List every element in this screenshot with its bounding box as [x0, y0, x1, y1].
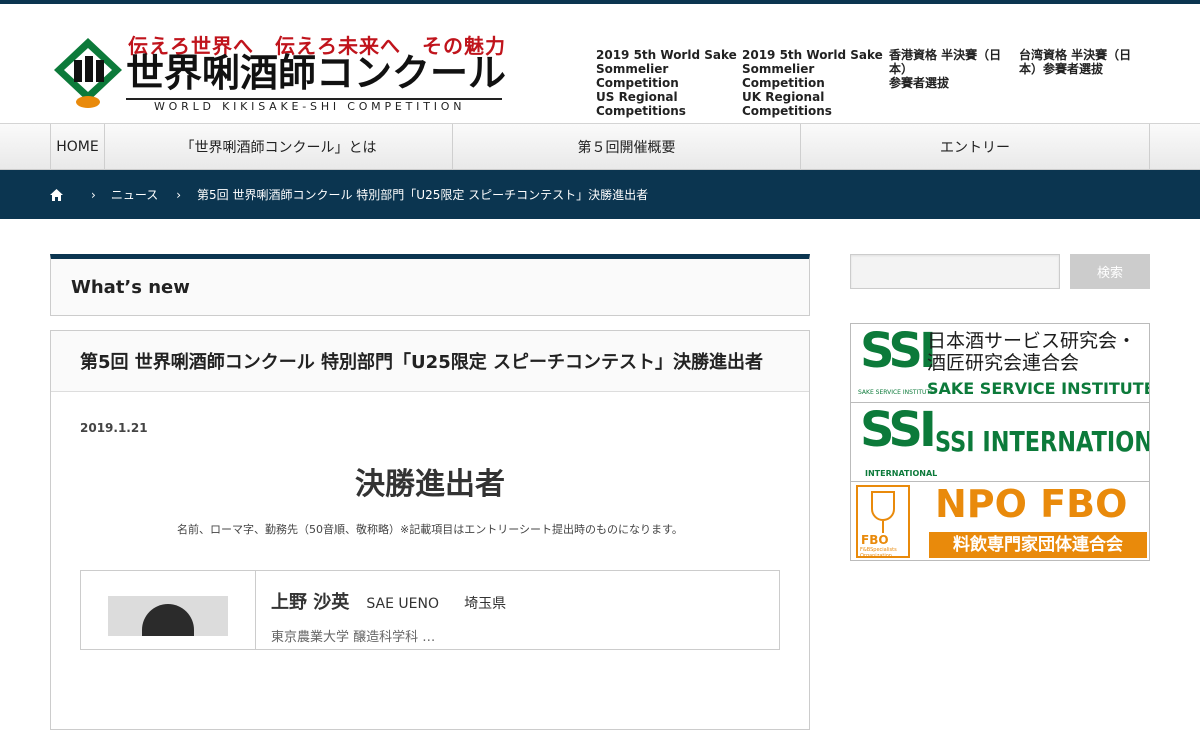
breadcrumb-news[interactable]: ニュース	[111, 186, 158, 203]
finalist-photo-cell	[81, 571, 256, 649]
header-link-taiwan[interactable]: 台湾資格 半決賽（日 本）参賽者選拔	[1019, 48, 1139, 118]
finalist-prefecture: 埼玉県	[464, 596, 507, 612]
nav-entry[interactable]: エントリー	[800, 124, 1149, 170]
banner-list: SSI SAKE SERVICE INSTITUTE 日本酒サービス研究会・ 酒…	[850, 323, 1150, 561]
finalists-note: 名前、ローマ字、勤務先（50音順、敬称略）※記載項目はエントリーシート提出時のも…	[177, 523, 683, 536]
chevron-right-icon: ›	[176, 187, 182, 202]
banner-ssi[interactable]: SSI SAKE SERVICE INSTITUTE 日本酒サービス研究会・ 酒…	[850, 323, 1150, 403]
home-icon[interactable]	[50, 188, 63, 201]
main-content: What’s new 第5回 世界唎酒師コンクール 特別部門「U25限定 スピー…	[50, 254, 810, 730]
photo-silhouette	[142, 604, 194, 636]
site-header: 伝えろ世界へ 伝えろ未来へ その魅力 世界唎酒師コンクール WORLD KIKI…	[0, 4, 1200, 123]
finalist-name: 上野 沙英	[271, 592, 350, 613]
header-link-us-regional[interactable]: 2019 5th World Sake Sommelier Competitio…	[596, 48, 742, 118]
finalist-romaji: SAE UENO	[366, 596, 439, 612]
ssi-international-mark-label: INTERNATIONAL	[865, 469, 938, 478]
finalist-school: 東京農業大学 醸造科学科 …	[271, 630, 436, 645]
ssi-jp-name: 日本酒サービス研究会・ 酒匠研究会連合会	[927, 330, 1137, 374]
global-nav: HOME 「世界唎酒師コンクール」とは 第５回開催概要 エントリー	[0, 123, 1200, 170]
finalist-info: 上野 沙英 SAE UENO 埼玉県 東京農業大学 醸造科学科 …	[256, 571, 506, 649]
ssi-logo-icon: SSI SAKE SERVICE INSTITUTE	[858, 323, 937, 396]
logo-title: 世界唎酒師コンクール	[126, 51, 507, 95]
article-title: 第5回 世界唎酒師コンクール 特別部門「U25限定 スピーチコンテスト」決勝進出…	[51, 331, 809, 392]
fbo-jp-name: 料飲専門家団体連合会	[929, 532, 1147, 558]
header-link-uk-regional[interactable]: 2019 5th World Sake Sommelier Competitio…	[742, 48, 889, 118]
nav-spacer	[1149, 124, 1200, 170]
chevron-right-icon: ›	[91, 187, 96, 202]
ssi-international-name: SSI INTERNATIONAL	[935, 425, 1150, 458]
header-links: 2019 5th World Sake Sommelier Competitio…	[596, 48, 1139, 118]
finalist-photo	[108, 596, 228, 636]
nav-overview[interactable]: 第５回開催概要	[452, 124, 800, 170]
sidebar: 検索 SSI SAKE SERVICE INSTITUTE 日本酒サービス研究会…	[850, 254, 1150, 561]
banner-fbo[interactable]: FBO F&BSpecialists Organization NPO FBO …	[850, 481, 1150, 561]
breadcrumb: › ニュース › 第5回 世界唎酒師コンクール 特別部門「U25限定 スピーチコ…	[0, 170, 1200, 219]
fbo-logo-icon: FBO F&BSpecialists Organization	[856, 485, 910, 559]
site-logo[interactable]: 伝えろ世界へ 伝えろ未来へ その魅力 世界唎酒師コンクール WORLD KIKI…	[52, 28, 507, 118]
logo-subtitle: WORLD KIKISAKE-SHI COMPETITION	[154, 100, 466, 113]
search-input[interactable]	[850, 254, 1060, 289]
banner-ssi-international[interactable]: SSI INTERNATIONAL SSI INTERNATIONAL	[850, 402, 1150, 482]
ssi-international-logo-icon: SSI	[860, 402, 937, 458]
finalist-card: 上野 沙英 SAE UENO 埼玉県 東京農業大学 醸造科学科 …	[80, 570, 780, 650]
logo-emblem-icon	[54, 38, 122, 108]
article: 第5回 世界唎酒師コンクール 特別部門「U25限定 スピーチコンテスト」決勝進出…	[50, 330, 810, 730]
nav-home[interactable]: HOME	[50, 124, 104, 170]
post-date: 2019.1.21	[80, 421, 148, 435]
fbo-title: NPO FBO	[935, 482, 1128, 526]
section-title: What’s new	[50, 254, 810, 316]
article-body: 2019.1.21 決勝進出者 名前、ローマ字、勤務先（50音順、敬称略）※記載…	[51, 392, 809, 650]
search-button[interactable]: 検索	[1070, 254, 1150, 289]
breadcrumb-current: 第5回 世界唎酒師コンクール 特別部門「U25限定 スピーチコンテスト」決勝進出…	[197, 188, 649, 202]
header-link-hongkong[interactable]: 香港資格 半決賽（日 本） 参賽者選拔	[889, 48, 1019, 118]
ssi-en-name: SAKE SERVICE INSTITUTE	[927, 379, 1150, 398]
nav-about[interactable]: 「世界唎酒師コンクール」とは	[104, 124, 452, 170]
search-form: 検索	[850, 254, 1150, 289]
finalists-heading: 決勝進出者	[355, 467, 505, 502]
